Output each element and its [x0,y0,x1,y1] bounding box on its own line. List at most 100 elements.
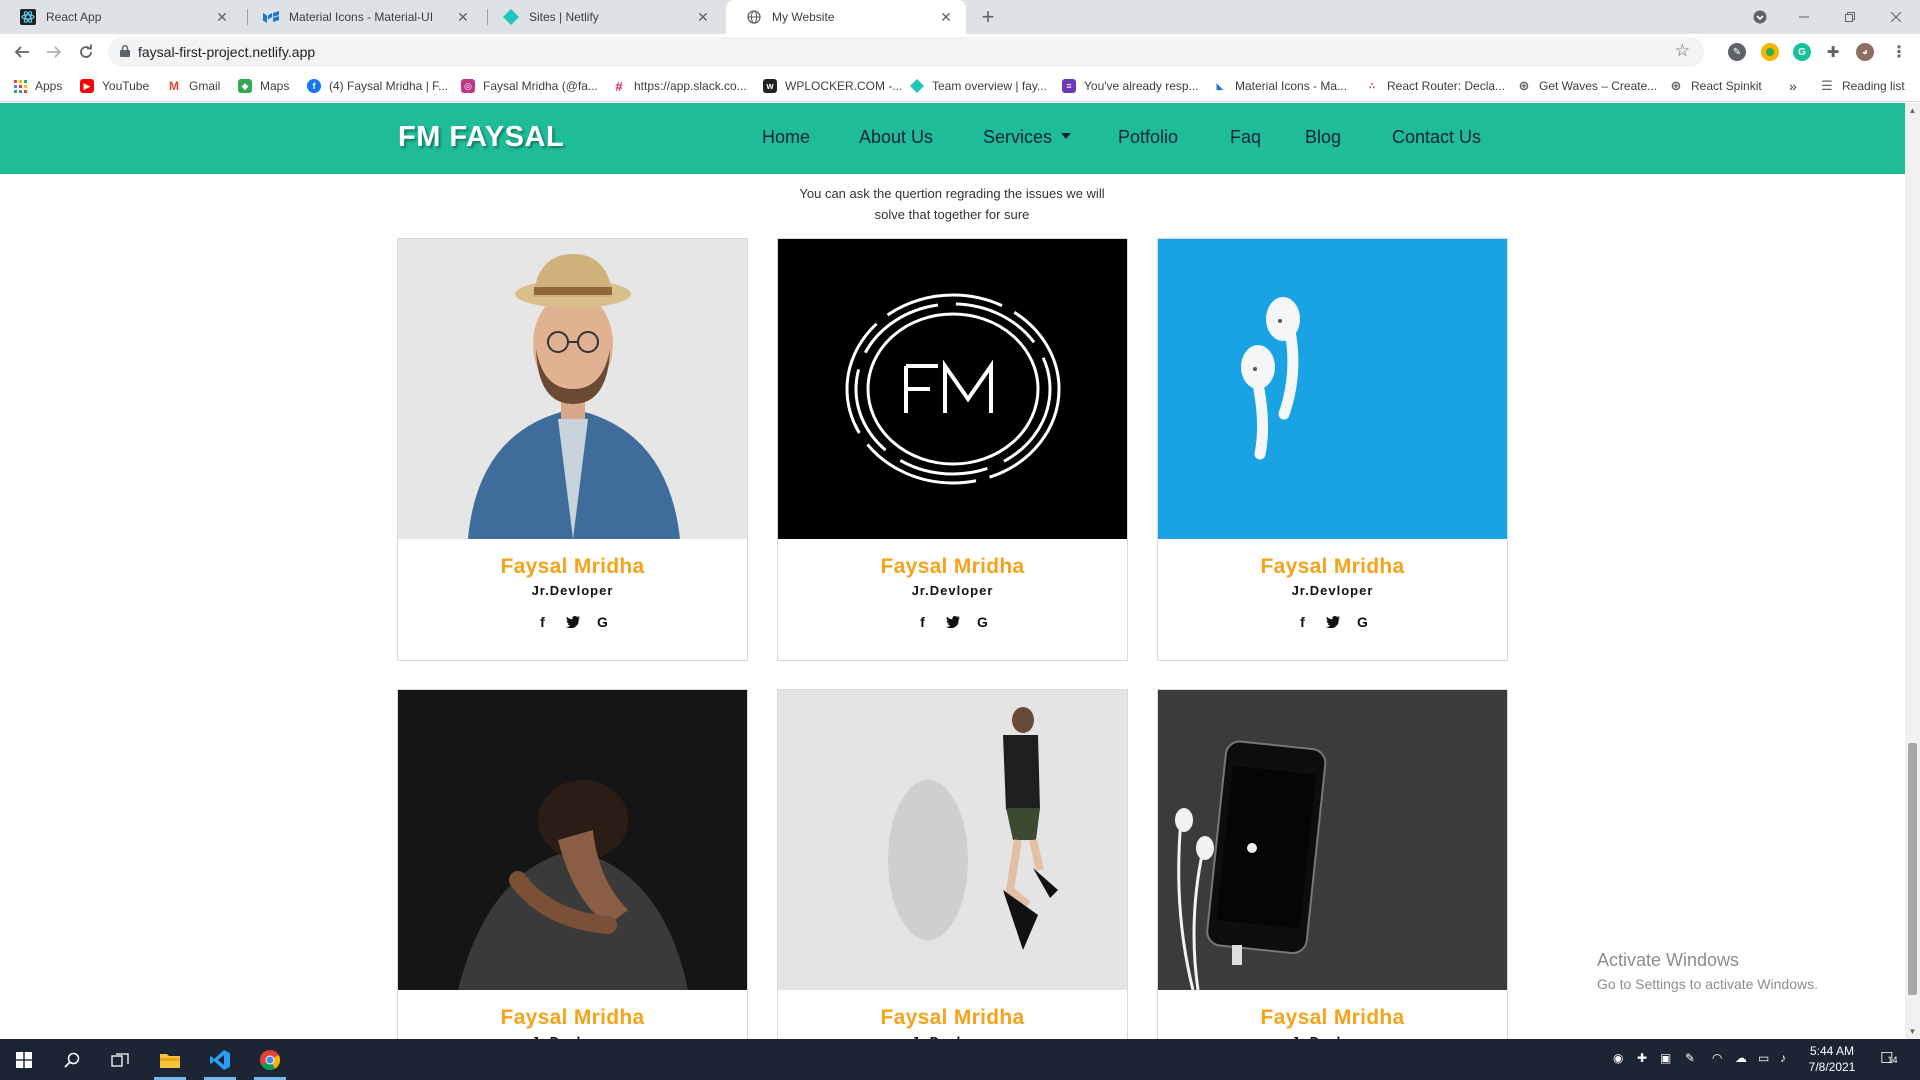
team-card: Faysal Mridha Jr.Devloper f G [397,238,748,661]
nav-services-label: Services [983,127,1053,147]
member-role: Jr.Devloper [911,583,994,598]
twitter-icon[interactable] [1323,612,1343,632]
nav-services[interactable]: Services [983,127,1072,148]
close-tab-icon[interactable]: ✕ [938,9,954,26]
minimize-icon[interactable] [1781,0,1827,34]
nav-about-us[interactable]: About Us [859,127,933,148]
restore-icon[interactable] [1827,0,1873,34]
tab-material-icons[interactable]: Material Icons - Material-UI ✕ [243,0,483,34]
notification-count: 14 [1887,1055,1898,1065]
nav-blog[interactable]: Blog [1305,127,1341,148]
chrome-tray-icon[interactable]: ◉ [1613,1051,1623,1065]
bookmark-slack[interactable]: # https://app.slack.co... [612,77,747,95]
pencil-extension-icon[interactable]: ✎ [1728,43,1746,61]
bookmark-gmail[interactable]: M Gmail [167,77,220,95]
green-dot-extension-icon[interactable] [1761,43,1779,61]
address-bar[interactable]: faysal-first-project.netlify.app ☆ [108,37,1704,67]
nav-faq[interactable]: Faq [1230,127,1261,148]
grammarly-extension-icon[interactable]: G [1793,43,1811,61]
site-navbar: FM FAYSAL Home About Us Services Potfoli… [0,103,1905,174]
bookmark-instagram[interactable]: ◎ Faysal Mridha (@fa... [461,77,598,95]
page-scrollbar[interactable]: ▲ ▼ [1905,103,1920,1039]
close-tab-icon[interactable]: ✕ [214,9,230,26]
network-tray-icon[interactable]: ✚ [1637,1051,1647,1065]
social-links: f G [1158,612,1507,632]
facebook-icon[interactable]: f [1293,612,1313,632]
bookmarks-overflow-button[interactable]: » [1789,77,1797,95]
bookmark-react-router[interactable]: ∴ React Router: Decla... [1365,77,1505,95]
google-icon[interactable]: G [973,612,993,632]
tab-react-app[interactable]: React App ✕ [0,0,242,34]
facebook-icon[interactable]: f [913,612,933,632]
nav-contact-us[interactable]: Contact Us [1392,127,1481,148]
browser-tab-strip: React App ✕ Material Icons - Material-UI… [0,0,1920,34]
close-window-icon[interactable] [1873,0,1919,34]
url-text: faysal-first-project.netlify.app [138,44,316,60]
pen-tray-icon[interactable]: ✎ [1685,1051,1695,1065]
bookmark-material-icons[interactable]: ◣ Material Icons - Ma... [1213,77,1348,95]
bookmark-youtube[interactable]: ▶ YouTube [80,77,149,95]
reload-icon[interactable] [74,40,98,64]
google-icon[interactable]: G [593,612,613,632]
tab-netlify[interactable]: Sites | Netlify ✕ [483,0,723,34]
bookmark-maps[interactable]: ◆ Maps [238,77,289,95]
browser-toolbar: faysal-first-project.netlify.app ☆ ✎ G ✚… [0,34,1920,70]
twitter-icon[interactable] [563,612,583,632]
close-tab-icon[interactable]: ✕ [695,9,711,26]
tab-title: Material Icons - Material-UI [289,10,434,24]
scroll-down-icon[interactable]: ▼ [1908,1027,1917,1036]
member-name: Faysal Mridha [500,555,645,578]
profile-avatar[interactable]: ◕ [1856,43,1874,61]
reading-list-button[interactable]: ☰ Reading list [1820,77,1905,95]
forward-icon[interactable] [42,40,66,64]
nav-portfolio[interactable]: Potfolio [1118,127,1178,148]
bookmark-apps[interactable]: Apps [13,77,62,95]
member-name: Faysal Mridha [880,1006,1025,1029]
windows-start-icon[interactable] [0,1039,48,1080]
bookmark-wplocker[interactable]: w WPLOCKER.COM -... [763,77,902,95]
team-card: Faysal Mridha Jr.Devloper [397,689,748,1039]
notification-center-icon[interactable]: ☐14 [1880,1049,1897,1067]
member-name: Faysal Mridha [1260,1006,1405,1029]
scrollbar-thumb[interactable] [1908,743,1917,995]
battery-icon[interactable]: ▭ [1758,1051,1769,1065]
iphone-photo [1158,690,1507,990]
file-explorer-icon[interactable] [146,1039,194,1080]
tab-title: Sites | Netlify [529,10,599,24]
bookmark-react-spinkit[interactable]: ⊕ React Spinkit [1669,77,1762,95]
system-clock[interactable]: 5:44 AM 7/8/2021 [1796,1043,1868,1075]
close-tab-icon[interactable]: ✕ [455,9,471,26]
search-icon[interactable] [48,1039,96,1080]
member-role: Jr.Devloper [1291,583,1374,598]
page-viewport: FM FAYSAL Home About Us Services Potfoli… [0,103,1905,1039]
chrome-icon[interactable] [246,1039,294,1080]
activate-windows-watermark: Activate Windows Go to Settings to activ… [1597,950,1818,992]
bookmark-team-overview[interactable]: Team overview | fay... [910,77,1047,95]
site-brand-logo[interactable]: FM FAYSAL [398,121,564,154]
twitter-icon[interactable] [943,612,963,632]
browser-menu-icon[interactable]: ⋮ [1890,43,1908,61]
fm-logo-photo [778,239,1127,539]
react-icon [20,9,36,25]
google-icon[interactable]: G [1353,612,1373,632]
app-tray-icon[interactable]: ▣ [1660,1051,1671,1065]
vscode-icon[interactable] [196,1039,244,1080]
bookmark-forms[interactable]: ≡ You've already resp... [1062,77,1199,95]
bookmark-star-icon[interactable]: ☆ [1675,41,1690,61]
bookmark-facebook[interactable]: f (4) Faysal Mridha | F... [307,77,448,95]
new-tab-button[interactable]: + [976,4,1000,29]
volume-icon[interactable]: ♪ [1780,1051,1786,1065]
bookmark-get-waves[interactable]: ⊕ Get Waves – Create... [1517,77,1658,95]
facebook-icon[interactable]: f [533,612,553,632]
wifi-icon[interactable]: ◠ [1712,1051,1722,1065]
task-view-icon[interactable] [96,1039,144,1080]
tab-search-icon[interactable] [1737,0,1783,34]
cloud-icon[interactable]: ☁ [1735,1051,1747,1065]
member-name: Faysal Mridha [1260,555,1405,578]
extensions-puzzle-icon[interactable]: ✚ [1824,43,1842,61]
globe-icon [746,9,762,25]
nav-home[interactable]: Home [762,127,810,148]
back-icon[interactable] [10,40,34,64]
scroll-up-icon[interactable]: ▲ [1908,106,1917,115]
tab-my-website[interactable]: My Website ✕ [726,0,966,34]
